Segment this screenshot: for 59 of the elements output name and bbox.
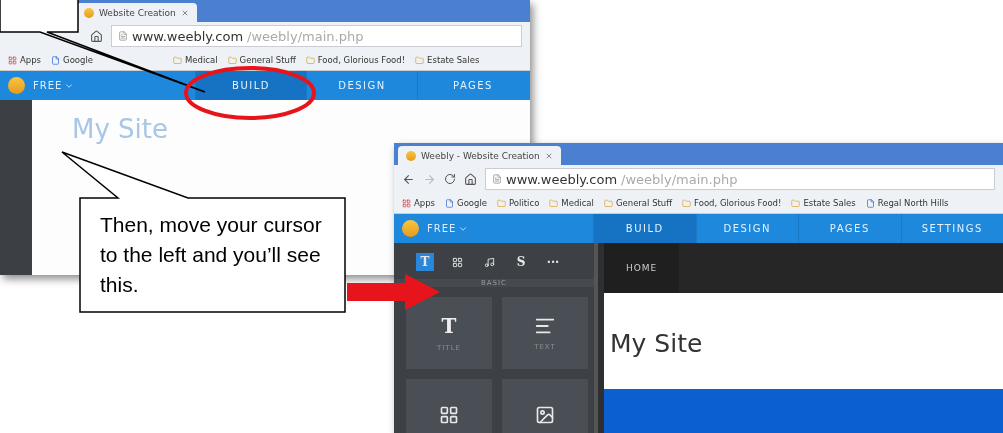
logo-icon (8, 77, 25, 94)
bookmark[interactable]: Google (445, 198, 488, 208)
bookmark[interactable]: Apps (402, 198, 436, 208)
tab-title: Website Creation (99, 7, 176, 18)
bookmark[interactable]: Medical (173, 55, 218, 65)
page-icon (445, 198, 455, 208)
bookmark[interactable]: Medical (549, 198, 594, 208)
element-tile[interactable] (406, 379, 492, 433)
bookmark[interactable]: Food, Glorious Food! (682, 198, 782, 208)
apps-icon (402, 198, 411, 208)
image-text-icon (439, 405, 459, 425)
close-icon[interactable] (544, 151, 553, 160)
nav-tab[interactable]: BUILD (195, 71, 306, 100)
home-icon[interactable] (464, 172, 477, 186)
element-tile[interactable] (502, 379, 588, 433)
folder-icon (415, 55, 425, 65)
bookmark[interactable]: Food, Glorious Food! (305, 55, 406, 65)
folder-icon (791, 198, 801, 208)
folder-icon (497, 198, 507, 208)
folder-icon (227, 55, 237, 65)
bookmark[interactable]: General Stuff (227, 55, 296, 65)
bookmark[interactable]: Estate Sales (791, 198, 856, 208)
browser-tab[interactable]: Weebly - Website Creation (398, 146, 561, 165)
site-title: My Site (72, 114, 169, 144)
image-icon (535, 405, 555, 425)
nav-tab[interactable]: BUILD (593, 214, 696, 243)
site-title: My Site (609, 329, 704, 360)
tool-button[interactable]: S (512, 253, 530, 271)
apps-icon (8, 55, 17, 65)
folder-icon (549, 198, 559, 208)
page-icon (492, 174, 502, 184)
page-tab[interactable]: HOME (604, 243, 680, 293)
bookmark[interactable]: Google (51, 55, 94, 65)
folder-icon (305, 55, 315, 65)
bookmark[interactable]: Apps (8, 55, 42, 65)
reload-icon[interactable] (444, 173, 456, 185)
logo-icon (84, 7, 94, 18)
close-icon[interactable] (180, 8, 189, 17)
bookmark[interactable]: Regal North Hills (865, 198, 949, 208)
folder-icon (603, 198, 613, 208)
home-icon[interactable] (90, 29, 103, 43)
address-field[interactable]: www.weebly.com /weebly/main.php (111, 25, 522, 47)
folder-icon (173, 55, 183, 65)
callout-text: Then, move your cursor to the left and you’ll see this. (100, 212, 323, 298)
tool-button[interactable]: ··· (544, 253, 562, 271)
logo-icon (406, 150, 416, 161)
logo-icon (402, 220, 419, 237)
page-icon (51, 55, 61, 65)
browser-tab[interactable]: Website Creation (76, 3, 197, 22)
title-icon: T (441, 314, 457, 338)
bookmark[interactable]: Estate Sales (415, 55, 480, 65)
folder-icon (682, 198, 692, 208)
tab-title: Weebly - Website Creation (421, 150, 540, 161)
address-field[interactable]: www.weebly.com /weebly/main.php (485, 168, 995, 190)
bookmark[interactable]: General Stuff (603, 198, 673, 208)
page-icon (118, 31, 128, 41)
page-icon (865, 198, 875, 208)
back-icon[interactable] (402, 172, 415, 186)
bookmark[interactable]: Politico (497, 198, 540, 208)
